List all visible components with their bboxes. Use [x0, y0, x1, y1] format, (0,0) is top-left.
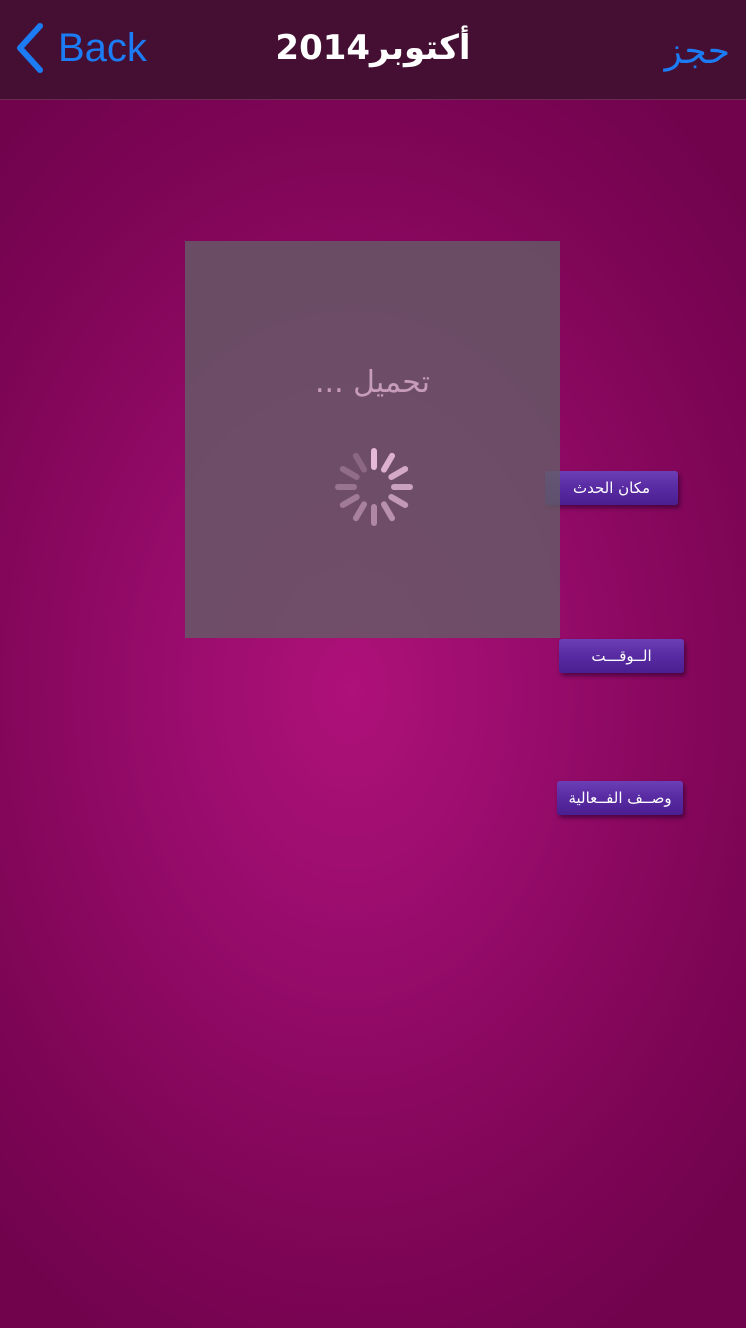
time-tag[interactable]: الــوقـــت: [559, 639, 684, 673]
screen: Back أكتوبر2014 حجز مكان الحدث الــوقـــ…: [0, 0, 746, 1328]
navigation-bar: Back أكتوبر2014 حجز: [0, 0, 746, 100]
chevron-left-icon: [14, 22, 46, 74]
back-button[interactable]: Back: [14, 20, 147, 76]
book-button[interactable]: حجز: [665, 26, 730, 78]
description-tag[interactable]: وصــف الفــعالية: [557, 781, 683, 815]
back-label: Back: [58, 26, 147, 70]
spinner-icon: [333, 446, 415, 528]
loading-overlay: تحميل ...: [185, 241, 560, 638]
venue-tag[interactable]: مكان الحدث: [545, 471, 678, 505]
loading-text: تحميل ...: [315, 365, 430, 400]
page-title: أكتوبر2014: [275, 28, 471, 68]
